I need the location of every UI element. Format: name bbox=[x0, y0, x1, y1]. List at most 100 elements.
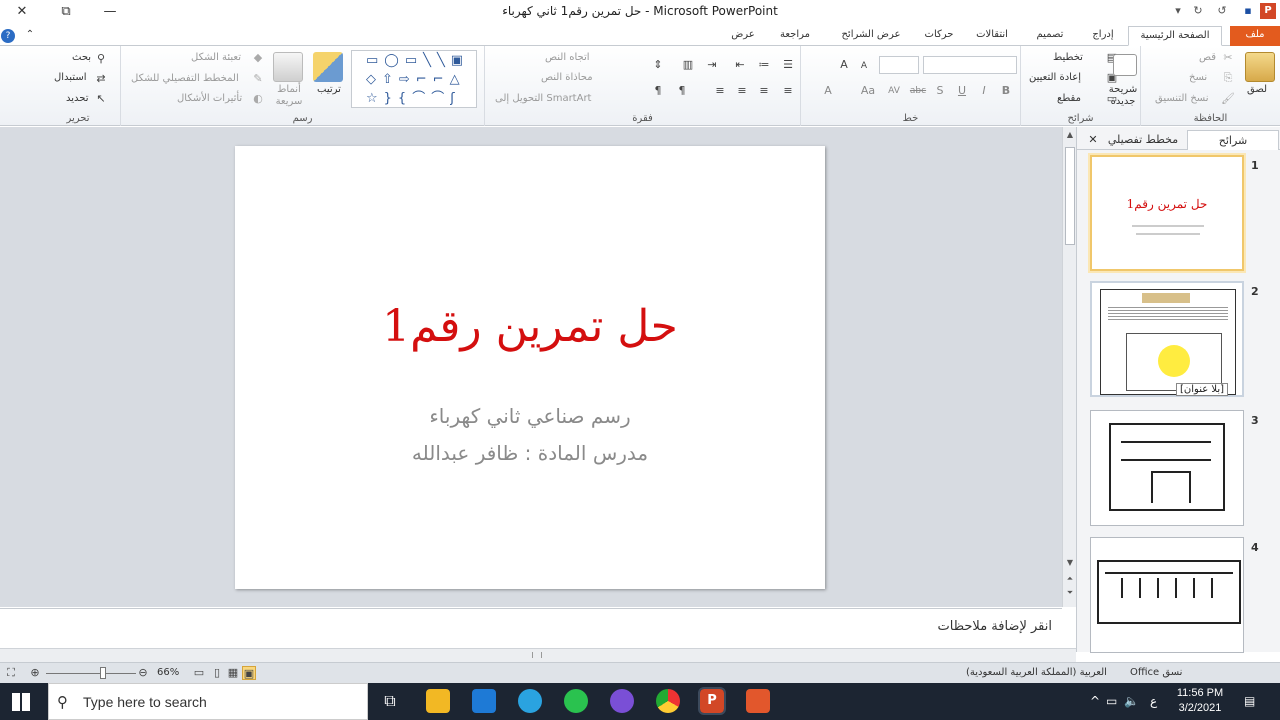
section-button[interactable]: مقطع bbox=[1057, 93, 1081, 104]
next-slide-icon[interactable]: ⏷ bbox=[1063, 587, 1077, 599]
font-size-box[interactable] bbox=[879, 56, 919, 74]
scroll-grip-icon[interactable] bbox=[532, 652, 542, 658]
telegram-icon[interactable] bbox=[518, 689, 542, 713]
previous-slide-icon[interactable]: ⏶ bbox=[1063, 573, 1077, 585]
replace-button[interactable]: استبدال bbox=[54, 72, 87, 83]
arrange-button[interactable]: ترتيب bbox=[317, 84, 341, 95]
redo-icon[interactable]: ↻ bbox=[1190, 3, 1206, 19]
volume-icon[interactable]: 🔈 bbox=[1124, 694, 1139, 708]
justify-icon[interactable]: ≡ bbox=[713, 84, 727, 98]
task-view-icon[interactable]: ⧉ bbox=[378, 689, 402, 713]
slide-thumbnail-1[interactable]: حل تمرين رقم1 bbox=[1090, 155, 1244, 271]
grow-font-icon[interactable]: A bbox=[837, 58, 851, 72]
tab-outline[interactable]: مخطط تفصيلي bbox=[1103, 130, 1183, 150]
zoom-in-icon[interactable]: ⊕ bbox=[28, 666, 42, 680]
align-left-icon[interactable]: ≡ bbox=[781, 84, 795, 98]
network-icon[interactable]: ▭ bbox=[1106, 694, 1117, 708]
tab-slides[interactable]: شرائح bbox=[1187, 130, 1279, 150]
format-painter-button[interactable]: نسخ التنسيق bbox=[1155, 93, 1208, 104]
reading-view-icon[interactable]: ▯ bbox=[210, 666, 224, 680]
align-text-button[interactable]: محاذاة النص bbox=[541, 72, 593, 83]
tab-slideshow[interactable]: عرض الشرائح bbox=[830, 26, 912, 46]
align-right-icon[interactable]: ≡ bbox=[735, 84, 749, 98]
windows-start-icon[interactable] bbox=[12, 693, 30, 711]
shape-effects-button[interactable]: تأثيرات الأشكال bbox=[177, 93, 242, 104]
zoom-level[interactable]: 66% bbox=[157, 667, 179, 678]
input-language[interactable]: ع bbox=[1150, 694, 1157, 708]
help-icon[interactable]: ? bbox=[0, 27, 16, 47]
layout-button[interactable]: تخطيط bbox=[1053, 52, 1083, 63]
zoom-out-icon[interactable]: ⊖ bbox=[136, 666, 150, 680]
strikethrough-icon[interactable]: abc bbox=[909, 84, 927, 98]
bold-icon[interactable]: B bbox=[999, 84, 1013, 98]
ltr-icon[interactable]: ¶ bbox=[675, 84, 689, 98]
convert-smartart-button[interactable]: التحويل إلى SmartArt bbox=[495, 93, 591, 104]
undo-icon[interactable]: ↺ bbox=[1214, 3, 1230, 19]
notifications-icon[interactable]: ▤ bbox=[1244, 694, 1255, 708]
normal-view-icon[interactable]: ▣ bbox=[242, 666, 256, 680]
scroll-down-icon[interactable]: ▼ bbox=[1063, 557, 1077, 569]
scroll-up-icon[interactable]: ▲ bbox=[1063, 129, 1077, 141]
font-color-icon[interactable]: A bbox=[821, 84, 835, 98]
tab-view[interactable]: عرض bbox=[726, 26, 760, 46]
bullets-icon[interactable]: ☰ bbox=[781, 58, 795, 72]
minimize-ribbon-icon[interactable]: ⌃ bbox=[22, 26, 38, 46]
fit-slide-icon[interactable]: ⛶ bbox=[4, 666, 18, 680]
char-spacing-icon[interactable]: AV bbox=[885, 84, 903, 98]
notes-pane[interactable]: انقر لإضافة ملاحظات bbox=[0, 608, 1062, 648]
slide-thumbnail-3[interactable] bbox=[1090, 410, 1244, 526]
tab-animations[interactable]: حركات bbox=[920, 26, 958, 46]
close-pane-icon[interactable]: ✕ bbox=[1085, 130, 1101, 150]
powerpoint-taskbar-icon[interactable]: P bbox=[698, 687, 726, 715]
whatsapp-icon[interactable] bbox=[564, 689, 588, 713]
copy-button[interactable]: نسخ bbox=[1189, 72, 1207, 83]
rtl-icon[interactable]: ¶ bbox=[651, 84, 665, 98]
viber-icon[interactable] bbox=[610, 689, 634, 713]
slide-thumbnail-2[interactable]: [بلا عنوان] bbox=[1090, 281, 1244, 397]
zoom-slider[interactable] bbox=[46, 673, 136, 674]
shadow-icon[interactable]: S bbox=[933, 84, 947, 98]
tab-file[interactable]: ملف bbox=[1230, 26, 1280, 46]
shrink-font-icon[interactable]: A bbox=[857, 59, 871, 73]
scroll-thumb[interactable] bbox=[1065, 147, 1075, 245]
cut-button[interactable]: قص bbox=[1199, 52, 1216, 63]
mail-icon[interactable] bbox=[472, 689, 496, 713]
tab-home[interactable]: الصفحة الرئيسية bbox=[1128, 26, 1222, 46]
slide-canvas[interactable]: حل تمرين رقم1 رسم صناعي ثاني كهرباء مدرس… bbox=[235, 146, 825, 589]
shape-outline-button[interactable]: المخطط التفصيلي للشكل bbox=[131, 73, 239, 84]
recorder-icon[interactable] bbox=[746, 689, 770, 713]
italic-icon[interactable]: I bbox=[977, 84, 991, 98]
font-name-box[interactable] bbox=[923, 56, 1017, 74]
tab-insert[interactable]: إدراج bbox=[1084, 26, 1122, 46]
line-spacing-icon[interactable]: ⇕ bbox=[651, 58, 665, 72]
paste-button[interactable]: لصق bbox=[1247, 84, 1267, 95]
slide-thumbnail-4[interactable] bbox=[1090, 537, 1244, 653]
find-button[interactable]: بحث bbox=[72, 52, 91, 63]
zoom-slider-thumb[interactable] bbox=[100, 667, 106, 679]
language-status[interactable]: العربية (المملكة العربية السعودية) bbox=[966, 667, 1107, 678]
slide-subtitle-line1[interactable]: رسم صناعي ثاني كهرباء bbox=[235, 404, 825, 428]
slide-title[interactable]: حل تمرين رقم1 bbox=[235, 301, 825, 352]
tab-transitions[interactable]: انتقالات bbox=[966, 26, 1018, 46]
slide-subtitle-line2[interactable]: مدرس المادة : ظافر عبدالله bbox=[235, 441, 825, 465]
sorter-view-icon[interactable]: ▦ bbox=[226, 666, 240, 680]
chrome-icon[interactable] bbox=[656, 689, 680, 713]
tray-chevron-icon[interactable]: ^ bbox=[1090, 694, 1100, 708]
notes-placeholder[interactable]: انقر لإضافة ملاحظات bbox=[938, 619, 1052, 634]
file-explorer-icon[interactable] bbox=[426, 689, 450, 713]
vertical-scrollbar[interactable]: ▲ ▼ ⏶ ⏷ bbox=[1062, 127, 1076, 607]
quick-styles-button[interactable]: أنماط سريعة bbox=[271, 84, 307, 108]
reset-button[interactable]: إعادة التعيين bbox=[1029, 72, 1081, 83]
tab-review[interactable]: مراجعة bbox=[772, 26, 818, 46]
select-button[interactable]: تحديد bbox=[66, 93, 89, 104]
taskbar-search[interactable]: ⚲ Type here to search bbox=[48, 683, 368, 720]
shape-fill-button[interactable]: تعبئة الشكل bbox=[191, 52, 241, 63]
system-clock[interactable]: 11:56 PM 3/2/2021 bbox=[1170, 686, 1230, 716]
new-slide-button[interactable]: شريحة جديدة bbox=[1105, 84, 1141, 108]
indent-icon[interactable]: ⇥ bbox=[705, 58, 719, 72]
underline-icon[interactable]: U bbox=[955, 84, 969, 98]
customize-qat-icon[interactable]: ▾ bbox=[1170, 3, 1186, 19]
align-center-icon[interactable]: ≡ bbox=[757, 84, 771, 98]
save-icon[interactable]: ▪ bbox=[1240, 3, 1256, 19]
numbering-icon[interactable]: ≔ bbox=[757, 58, 771, 72]
